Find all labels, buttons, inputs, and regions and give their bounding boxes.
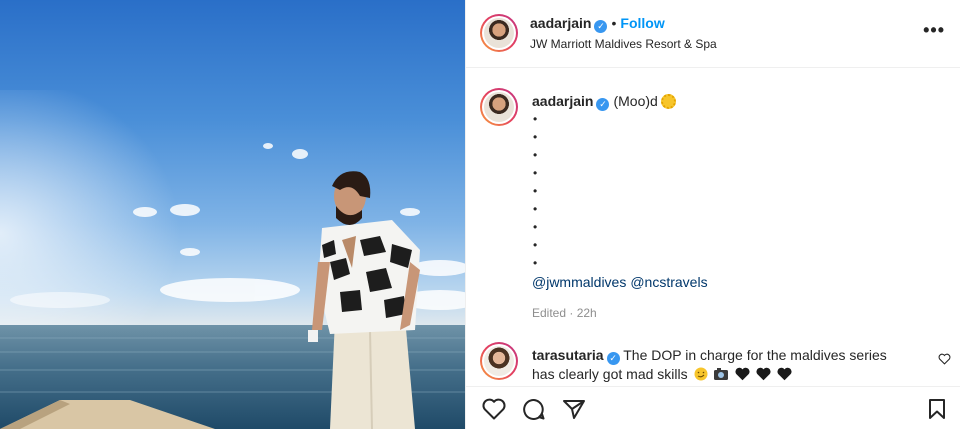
comment-username[interactable]: tarasutaria <box>532 347 604 363</box>
separator-dot: • <box>611 15 617 31</box>
caption-text: (Moo)d <box>613 93 658 109</box>
caption-bullet: • <box>533 148 538 162</box>
like-comment-heart-icon[interactable] <box>938 352 951 370</box>
photo-scene <box>0 90 465 429</box>
author-username[interactable]: aadarjain <box>530 15 591 31</box>
heart-icon[interactable] <box>482 398 506 425</box>
caption-bullet: • <box>533 184 538 198</box>
verified-icon: ✓ <box>596 98 610 111</box>
caption-mentions: @jwmmaldives @ncstravels <box>532 274 712 290</box>
caption-bullet: • <box>533 166 538 180</box>
comment-avatar[interactable] <box>480 342 518 380</box>
comment-icon[interactable] <box>522 398 546 425</box>
mention-link[interactable]: @ncstravels <box>630 274 707 290</box>
black-heart-icon <box>756 367 771 385</box>
camera-emoji-icon <box>713 367 729 385</box>
post-panel: aadarjain ✓ • Follow JW Marriott Maldives R… <box>465 0 960 429</box>
post-location[interactable]: JW Marriott Maldives Resort & Spa <box>530 37 717 51</box>
author-avatar[interactable] <box>480 14 518 52</box>
caption-bullet: • <box>533 112 538 126</box>
caption-line: aadarjain ✓ (Moo)d <box>532 93 676 111</box>
sun-emoji-icon <box>660 94 676 109</box>
more-options-icon[interactable]: ••• <box>923 20 945 41</box>
caption-bullet: • <box>533 256 538 270</box>
caption-avatar[interactable] <box>480 88 518 126</box>
comment-row: tarasutaria ✓ The DOP in charge for the m… <box>466 338 960 382</box>
verified-icon: ✓ <box>606 352 620 365</box>
follow-button[interactable]: Follow <box>620 15 664 31</box>
share-icon[interactable] <box>562 398 586 425</box>
post-photo[interactable] <box>0 0 465 429</box>
smirk-emoji-icon <box>694 367 708 385</box>
action-bar <box>466 386 960 429</box>
caption-username[interactable]: aadarjain <box>532 93 593 109</box>
caption-bullet: • <box>533 202 538 216</box>
verified-icon: ✓ <box>594 20 608 33</box>
caption-bullet: • <box>533 220 538 234</box>
caption-meta: Edited · 22h <box>532 306 597 320</box>
caption-bullet: • <box>533 130 538 144</box>
comment-body: tarasutaria ✓ The DOP in charge for the m… <box>532 346 912 385</box>
black-heart-icon <box>735 367 750 385</box>
bookmark-icon[interactable] <box>927 398 947 425</box>
post-header: aadarjain ✓ • Follow JW Marriott Maldives R… <box>466 0 960 68</box>
mention-link[interactable]: @jwmmaldives <box>532 274 626 290</box>
caption-bullet: • <box>533 238 538 252</box>
author-line: aadarjain ✓ • Follow <box>530 15 665 33</box>
black-heart-icon <box>777 367 792 385</box>
